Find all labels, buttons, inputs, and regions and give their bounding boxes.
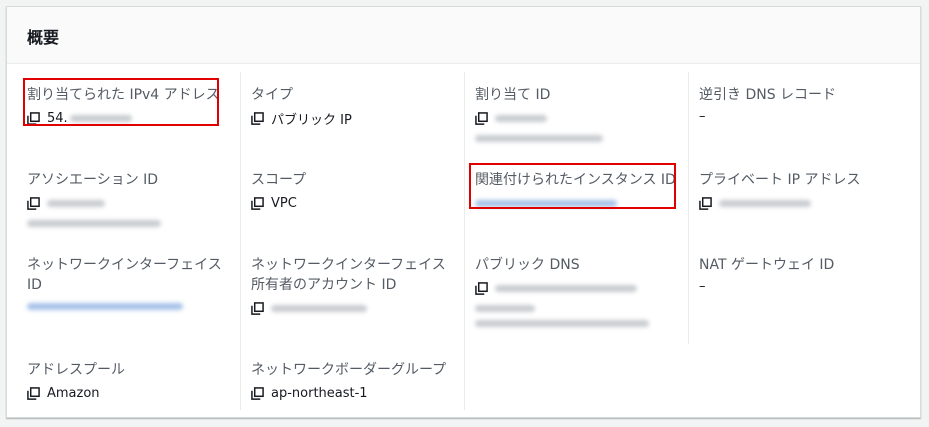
field-public-dns: パブリック DNS [475, 255, 690, 327]
field-nat-gateway: NAT ゲートウェイ ID – [699, 255, 914, 294]
field-reverse-dns: 逆引き DNS レコード – [699, 85, 914, 124]
field-network-border-group: ネットワークボーダーグループ ap-northeast-1 [251, 360, 466, 402]
field-value [27, 194, 242, 212]
field-label: タイプ [251, 87, 293, 103]
field-label: スコープ [251, 172, 307, 188]
field-private-ip: プライベート IP アドレス [699, 170, 914, 212]
highlight-box-instance [469, 163, 676, 209]
copy-icon[interactable] [27, 386, 40, 400]
field-type: タイプ パブリック IP [251, 85, 466, 128]
field-label: NAT ゲートウェイ ID [699, 257, 835, 273]
highlight-box-ipv4 [23, 78, 219, 126]
field-label: プライベート IP アドレス [699, 172, 861, 188]
redacted-value [495, 114, 547, 122]
field-label: 逆引き DNS レコード [699, 87, 837, 103]
field-value [251, 299, 456, 317]
field-association-id: アソシエーション ID [27, 170, 242, 227]
redacted-value [475, 320, 649, 327]
field-address-pool: アドレスプール Amazon [27, 360, 242, 402]
field-label: アソシエーション ID [27, 172, 159, 188]
address-pool-value: Amazon [47, 385, 100, 401]
redacted-value [719, 199, 811, 207]
redacted-value [475, 135, 603, 142]
redacted-value [271, 304, 367, 312]
copy-icon[interactable] [251, 111, 264, 125]
field-value: パブリック IP [251, 109, 466, 128]
redacted-value [475, 305, 535, 312]
field-value: ap-northeast-1 [251, 384, 466, 402]
field-label: ネットワークインターフェイス所有者のアカウント ID [251, 257, 446, 293]
copy-icon[interactable] [27, 196, 40, 210]
nat-gateway-value: – [699, 279, 706, 294]
type-value: パブリック IP [271, 112, 352, 128]
copy-icon[interactable] [251, 386, 264, 400]
copy-icon[interactable] [475, 111, 488, 125]
border-group-value: ap-northeast-1 [271, 385, 368, 401]
field-value [699, 194, 914, 212]
field-label: 割り当て ID [475, 87, 551, 103]
copy-icon[interactable] [475, 281, 488, 295]
field-scope: スコープ VPC [251, 170, 466, 212]
field-value [475, 279, 690, 297]
copy-icon[interactable] [251, 196, 264, 210]
scope-value: VPC [271, 195, 297, 211]
redacted-value [47, 199, 105, 207]
panel-title: 概要 [27, 28, 60, 47]
eni-id-link[interactable] [27, 303, 183, 310]
field-eni-id: ネットワークインターフェイス ID [27, 255, 232, 310]
field-label: アドレスプール [27, 362, 125, 378]
summary-panel: 概要 割り当てられた IPv4 アドレス 54. タイプ パブリック IP 割り… [6, 6, 921, 418]
field-label: パブリック DNS [475, 257, 580, 273]
panel-header: 概要 [7, 7, 920, 64]
field-allocation-id: 割り当て ID [475, 85, 690, 142]
field-label: ネットワークボーダーグループ [251, 362, 447, 378]
field-value: Amazon [27, 384, 242, 402]
reverse-dns-value: – [699, 109, 706, 124]
copy-icon[interactable] [251, 301, 264, 315]
field-eni-owner: ネットワークインターフェイス所有者のアカウント ID [251, 255, 456, 317]
redacted-value [27, 220, 161, 227]
field-value [475, 109, 690, 127]
field-label: ネットワークインターフェイス ID [27, 257, 222, 293]
field-value: VPC [251, 194, 466, 212]
copy-icon[interactable] [699, 196, 712, 210]
redacted-value [495, 284, 637, 292]
